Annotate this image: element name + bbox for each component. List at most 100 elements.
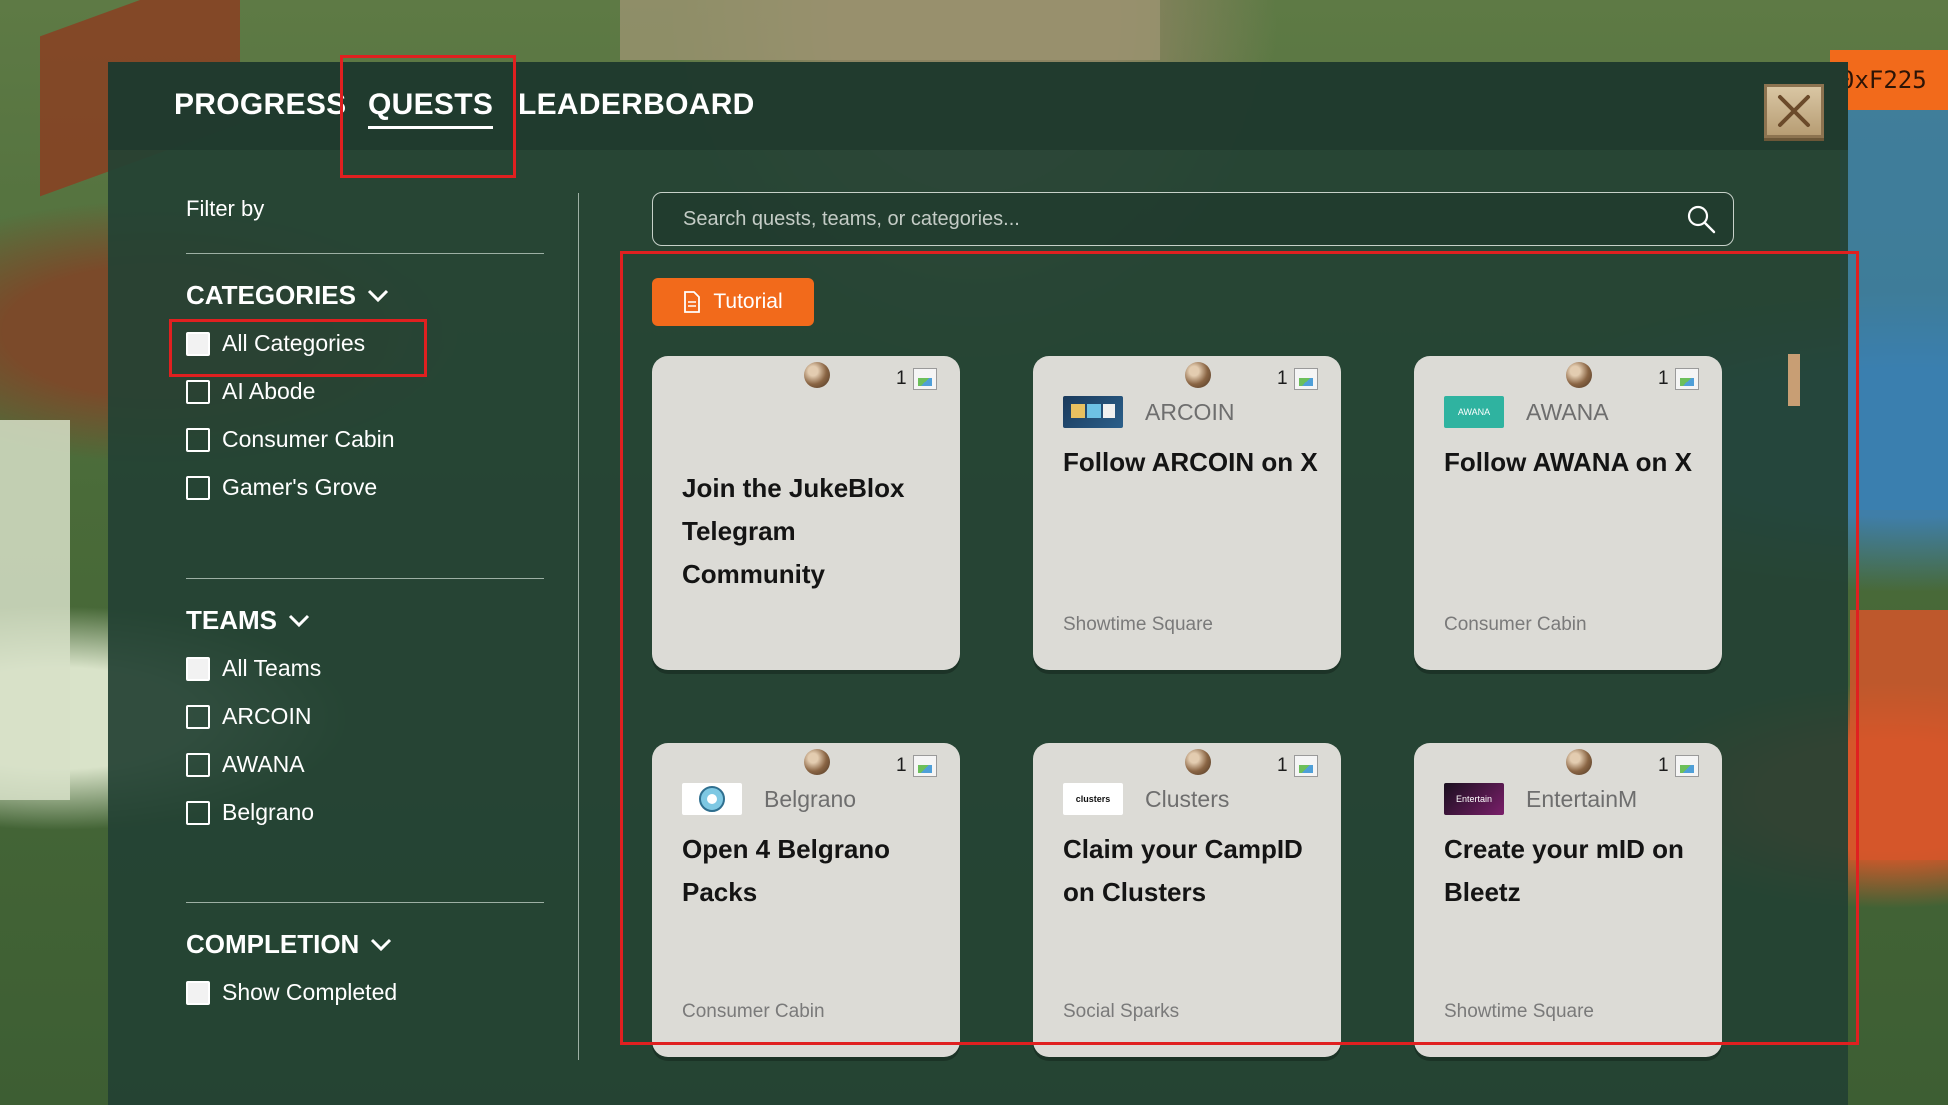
quest-card[interactable]: 1 AWANA AWANA Follow AWANA on X Consumer…: [1414, 356, 1722, 670]
tab-leaderboard[interactable]: LEADERBOARD: [518, 88, 755, 122]
completion-heading[interactable]: COMPLETION: [186, 929, 393, 960]
checkbox-box[interactable]: [186, 704, 210, 729]
filter-by-label: Filter by: [186, 196, 265, 221]
teams-heading-label: TEAMS: [186, 605, 277, 635]
checkbox-box[interactable]: [186, 427, 210, 452]
chevron-down-icon: [367, 289, 389, 302]
scrollbar-thumb[interactable]: [1788, 354, 1800, 406]
categories-heading[interactable]: CATEGORIES: [186, 280, 390, 311]
search-bar[interactable]: [652, 192, 1734, 246]
category-consumer-cabin-checkbox[interactable]: Consumer Cabin: [186, 426, 395, 453]
quest-card[interactable]: 1 Join the JukeBlox Telegram Community: [652, 356, 960, 670]
quest-category: Showtime Square: [1444, 1001, 1594, 1022]
team-belgrano-checkbox[interactable]: Belgrano: [186, 799, 314, 826]
completion-heading-label: COMPLETION: [186, 929, 360, 959]
reward-count: 1: [1658, 755, 1669, 776]
quest-title: Follow AWANA on X: [1444, 447, 1692, 477]
team-name: Clusters: [1145, 785, 1230, 812]
coin-icon: [1185, 749, 1211, 775]
tab-quests[interactable]: QUESTS: [368, 88, 494, 129]
reward-image-icon: [913, 368, 937, 390]
team-name: Belgrano: [764, 785, 857, 812]
quest-category: Showtime Square: [1063, 614, 1213, 635]
checkbox-box[interactable]: [186, 800, 210, 825]
reward-image-icon: [1675, 755, 1699, 777]
category-all-checkbox[interactable]: All Categories: [186, 330, 365, 357]
checkbox-label: AWANA: [222, 751, 305, 777]
entertainm-logo-text: Entertain: [1455, 794, 1493, 804]
team-name: EntertainM: [1526, 785, 1638, 812]
quest-title: Follow ARCOIN on X: [1063, 447, 1318, 477]
coin-icon: [804, 749, 830, 775]
sidebar-separator: [578, 193, 579, 1060]
tutorial-label: Tutorial: [713, 290, 783, 313]
reward-count: 1: [1277, 755, 1288, 776]
team-all-checkbox[interactable]: All Teams: [186, 655, 321, 682]
tutorial-button[interactable]: Tutorial: [652, 278, 814, 326]
awana-logo-text: AWANA: [1457, 407, 1491, 417]
team-row: Belgrano: [682, 783, 856, 815]
document-icon: [684, 291, 701, 313]
checkbox-label: Show Completed: [222, 979, 398, 1005]
reward-count: 1: [1277, 368, 1288, 389]
reward-image-icon: [1294, 368, 1318, 390]
checkbox-label: Gamer's Grove: [222, 474, 378, 500]
quest-card[interactable]: 1 ARCOIN Follow ARCOIN on X Showtime Squ…: [1033, 356, 1341, 670]
team-row: Entertain EntertainM: [1444, 783, 1637, 815]
reward-count: 1: [1658, 368, 1669, 389]
show-completed-checkbox[interactable]: Show Completed: [186, 979, 397, 1006]
clusters-logo-icon: clusters: [1063, 783, 1123, 815]
quest-title: Open 4 Belgrano Packs: [682, 834, 891, 907]
clusters-logo-text: clusters: [1075, 794, 1111, 804]
search-input[interactable]: [683, 207, 1685, 231]
reward-count: 1: [896, 755, 907, 776]
quest-category: Social Sparks: [1063, 1001, 1180, 1022]
checkbox-label: Belgrano: [222, 799, 315, 825]
checkbox-box[interactable]: [186, 752, 210, 777]
category-gamers-grove-checkbox[interactable]: Gamer's Grove: [186, 474, 377, 501]
checkbox-box[interactable]: [186, 331, 210, 356]
team-awana-checkbox[interactable]: AWANA: [186, 751, 305, 778]
quest-card[interactable]: 1 clusters Clusters Claim your CampID on…: [1033, 743, 1341, 1057]
modal-header: PROGRESS QUESTS LEADERBOARD: [108, 62, 1848, 150]
divider: [186, 578, 544, 579]
search-icon[interactable]: [1685, 203, 1717, 235]
checkbox-box[interactable]: [186, 379, 210, 404]
checkbox-box[interactable]: [186, 656, 210, 681]
category-ai-abode-checkbox[interactable]: AI Abode: [186, 378, 315, 405]
quest-title: Claim your CampID on Clusters: [1063, 834, 1303, 907]
awana-logo-icon: AWANA: [1444, 396, 1504, 428]
quests-modal: PROGRESS QUESTS LEADERBOARD Filter by CA…: [108, 62, 1848, 1105]
arcoin-logo-icon: [1063, 396, 1123, 428]
close-icon: [1778, 95, 1810, 127]
reward-image-icon: [1675, 368, 1699, 390]
checkbox-box[interactable]: [186, 980, 210, 1005]
checkbox-box[interactable]: [186, 475, 210, 500]
quest-card[interactable]: 1 Belgrano Open 4 Belgrano Packs Consume…: [652, 743, 960, 1057]
team-row: AWANA AWANA: [1444, 396, 1609, 428]
team-row: clusters Clusters: [1063, 783, 1229, 815]
coin-icon: [804, 362, 830, 388]
close-button[interactable]: [1764, 84, 1824, 138]
team-name: ARCOIN: [1145, 398, 1235, 425]
chevron-down-icon: [288, 614, 310, 627]
checkbox-label: All Teams: [222, 655, 322, 681]
entertainm-logo-icon: Entertain: [1444, 783, 1504, 815]
team-arcoin-checkbox[interactable]: ARCOIN: [186, 703, 311, 730]
quest-category: Consumer Cabin: [1444, 614, 1587, 635]
divider: [186, 253, 544, 254]
reward-image-icon: [913, 755, 937, 777]
teams-heading[interactable]: TEAMS: [186, 605, 311, 636]
coin-icon: [1566, 362, 1592, 388]
chevron-down-icon: [371, 938, 392, 951]
checkbox-label: Consumer Cabin: [222, 426, 395, 452]
belgrano-logo-icon: [682, 783, 742, 815]
quest-card[interactable]: 1 Entertain EntertainM Create your mID o…: [1414, 743, 1722, 1057]
categories-heading-label: CATEGORIES: [186, 280, 356, 310]
quest-title: Create your mID on Bleetz: [1444, 834, 1684, 907]
quest-category: Consumer Cabin: [682, 1001, 825, 1022]
coin-icon: [1185, 362, 1211, 388]
checkbox-label: ARCOIN: [222, 703, 312, 729]
tab-progress[interactable]: PROGRESS: [174, 88, 346, 122]
quest-title: Join the JukeBlox Telegram Community: [682, 473, 905, 589]
